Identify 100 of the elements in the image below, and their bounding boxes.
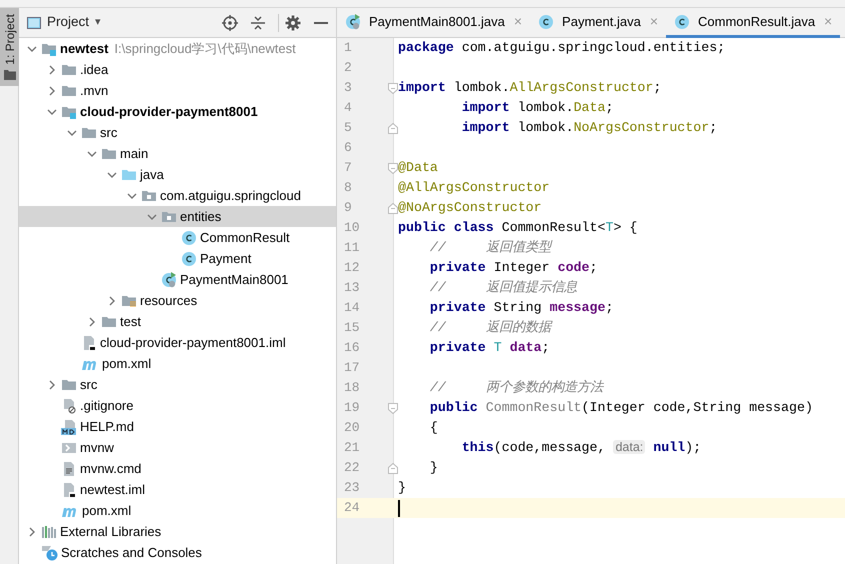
item-label: main — [120, 144, 148, 163]
class-icon — [181, 250, 197, 266]
item-label: src — [80, 376, 98, 394]
hide-panel-icon[interactable] — [314, 20, 328, 24]
ignored-file-icon — [61, 398, 77, 414]
line-number: 18 — [343, 379, 360, 398]
tree-item[interactable]: mvnw — [19, 437, 336, 458]
tree-item[interactable]: src — [19, 374, 336, 395]
text-file-icon — [61, 460, 77, 476]
item-label: pom.xml — [82, 502, 132, 520]
line-number: 22 — [343, 459, 360, 478]
tree-item[interactable]: External Libraries — [19, 521, 336, 542]
project-tool-tab[interactable]: 1: Project — [0, 8, 19, 86]
tree-item[interactable]: .idea — [19, 59, 336, 80]
item-label: PaymentMain8001 — [180, 270, 288, 289]
fold-marker-icon[interactable] — [388, 83, 398, 94]
collapse-all-icon[interactable] — [250, 14, 264, 30]
code-line: } — [398, 479, 406, 498]
item-label: .idea — [80, 60, 108, 79]
tree-item[interactable]: java — [19, 164, 336, 185]
tree-item[interactable]: cloud-provider-payment8001.iml — [19, 332, 336, 353]
item-label: HELP.md — [80, 418, 134, 436]
code-line: public CommonResult(Integer code,String message) — [430, 399, 813, 418]
line-number: 5 — [343, 119, 352, 138]
tree-item[interactable]: pom.xml — [19, 353, 336, 374]
line-number: 2 — [343, 59, 352, 78]
item-label: Scratches and Consoles — [61, 544, 202, 562]
class-icon — [538, 14, 554, 30]
fold-marker-icon[interactable] — [388, 463, 398, 474]
tree-item[interactable]: PaymentMain8001 — [19, 269, 336, 290]
line-number: 17 — [343, 359, 360, 378]
text-cursor — [398, 500, 400, 516]
item-label: test — [120, 312, 141, 331]
item-label: CommonResult — [200, 228, 290, 247]
item-label: java — [140, 166, 164, 184]
line-number: 9 — [343, 199, 352, 218]
tree-item[interactable]: .gitignore — [19, 395, 336, 416]
line-number: 13 — [343, 279, 360, 298]
item-label: mvnw.cmd — [80, 460, 142, 478]
code-line: this(code,message, data: null); — [462, 439, 702, 458]
tree-item[interactable]: com.atguigu.springcloud — [19, 185, 336, 206]
code-line: // 返回的数据 — [430, 319, 551, 338]
code-line: private String message; — [430, 299, 614, 318]
item-label: com.atguigu.springcloud — [160, 186, 301, 205]
view-selector-dropdown[interactable]: Project ▾ — [27, 12, 101, 33]
module-file-icon — [81, 334, 97, 350]
tree-item[interactable]: pom.xml — [19, 500, 336, 521]
tree-item[interactable]: Scratches and Consoles — [19, 542, 336, 563]
runnable-class-icon — [161, 272, 177, 288]
tree-item[interactable]: test — [19, 311, 336, 332]
item-label: External Libraries — [60, 522, 162, 541]
fold-marker-icon[interactable] — [388, 203, 398, 214]
code-line: import lombok.Data; — [462, 99, 614, 118]
item-label: entities — [180, 208, 222, 226]
editor-tab[interactable]: PaymentMain8001.java × — [337, 8, 530, 38]
item-label: .mvn — [80, 82, 108, 100]
item-label: mvnw — [80, 438, 114, 457]
code-line: private Integer code; — [430, 259, 598, 278]
line-number: 12 — [343, 259, 360, 278]
tree-item[interactable]: Payment — [19, 248, 336, 269]
tree-item[interactable]: cloud-provider-payment8001 — [19, 101, 336, 122]
tree-item[interactable]: main — [19, 143, 336, 164]
item-label: pom.xml — [102, 354, 152, 373]
line-number: 15 — [343, 319, 360, 338]
fold-marker-icon[interactable] — [388, 403, 398, 414]
class-icon — [674, 14, 690, 30]
item-label: resources — [140, 292, 198, 310]
folder-icon — [4, 68, 16, 80]
code-editor[interactable] — [337, 38, 845, 564]
code-line: @AllArgsConstructor — [398, 179, 550, 198]
code-line: // 两个参数的构造方法 — [430, 378, 603, 398]
line-number: 23 — [343, 479, 360, 498]
locate-icon[interactable] — [222, 14, 238, 30]
tree-item[interactable]: resources — [19, 290, 336, 311]
line-number: 3 — [343, 79, 352, 98]
line-number: 10 — [343, 219, 360, 238]
item-label: cloud-provider-payment8001 — [80, 102, 258, 121]
tree-item[interactable]: entities — [19, 206, 336, 227]
tree-item[interactable]: src — [19, 122, 336, 143]
line-number: 14 — [343, 299, 360, 318]
fold-marker-icon[interactable] — [388, 163, 398, 174]
line-number: 19 — [343, 399, 360, 418]
line-number: 1 — [343, 39, 352, 58]
tree-item[interactable]: HELP.md — [19, 416, 336, 437]
editor-tab[interactable]: Payment.java × — [530, 8, 666, 38]
item-label: newtest — [60, 40, 108, 58]
tree-item[interactable]: newtest.iml — [19, 479, 336, 500]
code-line: } — [430, 459, 438, 478]
tree-item[interactable]: CommonResult — [19, 227, 336, 248]
tree-item[interactable]: mvnw.cmd — [19, 458, 336, 479]
code-line: package com.atguigu.springcloud.entities; — [398, 39, 726, 58]
line-number: 11 — [343, 239, 360, 258]
fold-marker-icon[interactable] — [388, 123, 398, 134]
settings-icon[interactable] — [285, 14, 301, 30]
code-line: { — [430, 419, 438, 438]
item-label: Payment — [200, 250, 252, 268]
tree-item[interactable]: .mvn — [19, 80, 336, 101]
item-label: newtest.iml — [80, 480, 146, 499]
tree-item[interactable]: newtest I:\springcloud学习\代码\newtest — [19, 38, 336, 59]
line-number: 24 — [343, 499, 360, 518]
